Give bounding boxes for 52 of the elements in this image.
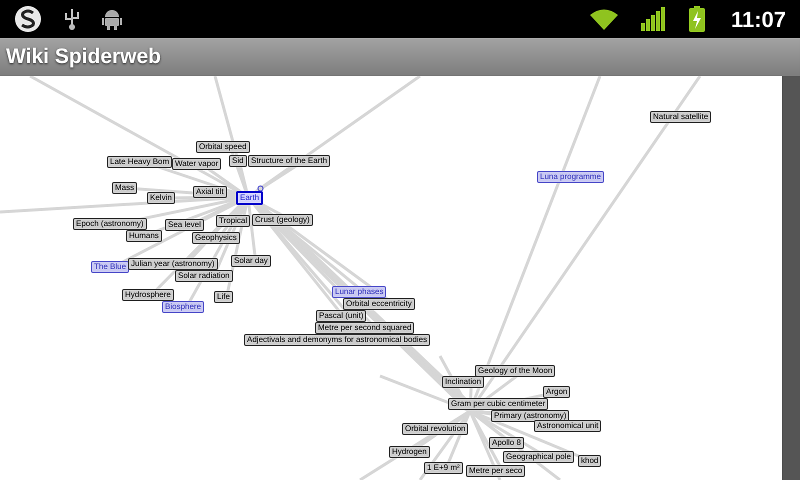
android-icon — [102, 8, 122, 30]
graph-node[interactable]: Geographical pole — [503, 451, 574, 463]
graph-node[interactable]: Hydrogen — [389, 446, 430, 458]
graph-node[interactable]: Adjectivals and demonyms for astronomical bodies — [244, 334, 430, 346]
graph-node[interactable]: Kelvin — [147, 192, 175, 204]
graph-node[interactable]: Biosphere — [162, 301, 204, 313]
graph-node[interactable]: Inclination — [442, 376, 484, 388]
scrollbar[interactable] — [782, 76, 800, 480]
graph-node[interactable]: Julian year (astronomy) — [128, 258, 218, 270]
graph-node[interactable]: Tropical — [216, 215, 250, 227]
graph-node[interactable]: khod — [578, 455, 602, 467]
graph-node[interactable]: The Blue — [91, 261, 130, 273]
graph-node[interactable]: Geology of the Moon — [475, 365, 556, 377]
graph-node[interactable]: Orbital eccentricity — [343, 298, 415, 310]
battery-icon — [688, 6, 705, 32]
app-icon — [14, 4, 42, 34]
graph-node[interactable]: Late Heavy Bom — [107, 156, 172, 168]
graph-node[interactable]: Sid — [229, 155, 247, 167]
graph-node[interactable]: Argon — [543, 386, 570, 398]
graph-node[interactable]: Geophysics — [192, 232, 240, 244]
usb-icon — [64, 7, 80, 31]
graph-node[interactable]: Axial tilt — [193, 186, 227, 198]
graph-node[interactable]: Apollo 8 — [489, 437, 524, 449]
graph-node[interactable]: Epoch (astronomy) — [73, 218, 147, 230]
graph-node[interactable]: Orbital speed — [196, 141, 250, 153]
graph-node[interactable]: Mass — [112, 182, 138, 194]
graph-node[interactable]: Humans — [126, 230, 162, 242]
graph-node[interactable]: Gram per cubic centimeter — [448, 398, 548, 410]
graph-node[interactable]: Orbital revolution — [402, 423, 468, 435]
graph-node[interactable]: Crust (geology) — [252, 214, 313, 226]
graph-node[interactable]: Structure of the Earth — [248, 155, 330, 167]
graph-node[interactable]: Astronomical unit — [534, 420, 602, 432]
graph-node[interactable]: Water vapor — [172, 158, 222, 170]
graph-node[interactable]: Lunar phases — [332, 286, 386, 298]
graph-node[interactable]: Metre per seco — [466, 465, 526, 477]
graph-node[interactable]: Solar radiation — [175, 270, 233, 282]
handle-icon[interactable] — [257, 185, 264, 192]
graph-node[interactable]: Luna programme — [537, 171, 604, 183]
graph-node[interactable]: Life — [214, 291, 233, 303]
graph-node[interactable]: Hydrosphere — [122, 289, 174, 301]
graph-node[interactable]: Solar day — [231, 255, 271, 267]
graph-node[interactable]: Metre per second squared — [315, 322, 414, 334]
graph-node[interactable]: 1 E+9 m² — [424, 462, 463, 474]
graph-node[interactable]: Earth — [236, 191, 264, 205]
graph-node[interactable]: Primary (astronomy) — [491, 410, 570, 422]
graph-node[interactable]: Pascal (unit) — [316, 310, 366, 322]
clock: 11:07 — [730, 6, 786, 34]
app-title: Wiki Spiderweb — [6, 44, 162, 70]
graph-node[interactable]: Sea level — [165, 219, 204, 231]
graph-node[interactable]: Natural satellite — [650, 111, 712, 123]
wifi-icon — [588, 8, 619, 30]
signal-icon — [640, 7, 667, 31]
